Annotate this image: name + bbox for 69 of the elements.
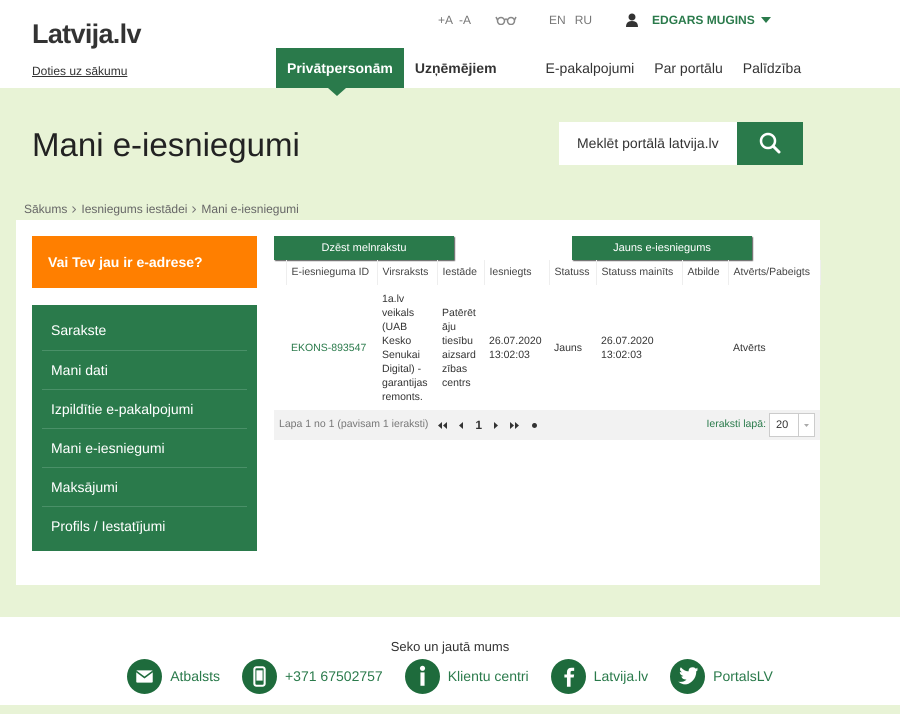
per-page-select[interactable]: 20: [769, 413, 815, 437]
search-icon: [759, 132, 781, 154]
footer-link[interactable]: Latvija.lv: [550, 658, 648, 694]
breadcrumb-link[interactable]: Sākums: [24, 200, 68, 218]
table-cell: 1a.lv veikals (UAB Kesko Senukai Digital) - garantijas remonts.: [382, 292, 428, 402]
first-page-icon[interactable]: [438, 422, 448, 428]
bird-icon: [670, 658, 706, 694]
mail-icon: [127, 658, 162, 694]
breadcrumb-link[interactable]: Iesniegums iestādei: [81, 200, 188, 218]
column-header[interactable]: Atbilde: [682, 260, 728, 285]
action-button[interactable]: Jauns e-iesniegums: [572, 236, 752, 260]
nav-link[interactable]: Par portālu: [654, 58, 723, 78]
nav-link[interactable]: Palīdzība: [742, 58, 802, 78]
sidebar-item[interactable]: Mani e-iesniegumi: [42, 428, 247, 467]
table-cell: 26.07.2020 13:02:03: [489, 334, 542, 360]
table-cell: Jauns: [554, 342, 582, 354]
site-logo[interactable]: Latvija.lv: [32, 18, 270, 50]
column-header[interactable]: Iesniegts: [484, 260, 549, 285]
chevron-icon: [72, 206, 76, 212]
sidebar-item[interactable]: Sarakste: [42, 311, 247, 350]
submission-link[interactable]: EKONS-893547: [291, 342, 366, 354]
caret-icon: [760, 16, 771, 24]
table-cell: Atvērts: [733, 342, 766, 354]
current-page[interactable]: 1: [475, 416, 482, 434]
column-header[interactable]: Statuss: [549, 260, 596, 285]
column-header[interactable]: Statuss mainīts: [596, 260, 682, 285]
nav-link[interactable]: E-pakalpojumi: [546, 58, 634, 78]
page-title: Mani e-iesniegumi: [32, 125, 301, 166]
sidebar-item[interactable]: Maksājumi: [42, 467, 247, 506]
nav-tab[interactable]: Uzņēmējiem: [404, 48, 508, 88]
footer-link[interactable]: Klientu centri: [404, 658, 529, 694]
nav-tab[interactable]: Privātpersonām: [276, 48, 404, 88]
column-header[interactable]: E-iesnieguma ID: [286, 260, 377, 285]
info-icon: [404, 658, 440, 694]
font-size-control[interactable]: +A: [438, 11, 454, 29]
per-page-label: Ieraksti lapā:: [706, 417, 766, 432]
pager-summary: Lapa 1 no 1 (pavisam 1 ieraksti): [279, 417, 428, 432]
column-header[interactable]: Iestāde: [437, 260, 484, 285]
caret-icon: [804, 424, 809, 426]
dot-icon[interactable]: [532, 422, 538, 428]
sidebar-item[interactable]: Izpildītie e-pakalpojumi: [42, 389, 247, 428]
user-icon: [626, 13, 638, 27]
next-page-icon[interactable]: [494, 422, 498, 428]
last-page-icon[interactable]: [510, 422, 520, 428]
search-button[interactable]: [737, 122, 803, 164]
sidebar-item[interactable]: Profils / Iestatījumi: [42, 506, 247, 545]
tab-pointer: [328, 88, 346, 96]
footer-title: Seko un jautā mums: [390, 638, 510, 656]
phone-icon: [242, 658, 277, 694]
font-size-control[interactable]: -A: [459, 11, 472, 29]
action-button[interactable]: Dzēst melnrakstu: [274, 236, 454, 260]
previous-page-icon[interactable]: [459, 422, 464, 428]
chevron-icon: [192, 206, 196, 212]
column-header[interactable]: Virsraksts: [377, 260, 437, 285]
table-cell: Patērētāju tiesību aizsardzības centrs: [442, 306, 476, 388]
search-field[interactable]: Meklēt portālā latvija.lv: [559, 122, 737, 164]
glasses-icon[interactable]: [495, 15, 518, 25]
table-cell: 26.07.2020 13:02:03: [601, 334, 654, 360]
breadcrumb-link[interactable]: Mani e-iesniegumi: [201, 200, 299, 218]
sidebar-item[interactable]: Mani dati: [42, 350, 247, 389]
footer-link[interactable]: Atbalsts: [127, 658, 220, 694]
footer-link[interactable]: +371 67502757: [242, 658, 383, 694]
user-menu[interactable]: EDGARS MUGINS: [652, 11, 771, 29]
language-link[interactable]: RU: [574, 11, 592, 29]
facebook-icon: [550, 658, 586, 694]
home-link[interactable]: Doties uz sākumu: [32, 62, 128, 80]
footer-link[interactable]: PortalsLV: [670, 658, 773, 694]
column-header[interactable]: Atvērts/Pabeigts: [728, 260, 820, 285]
language-link[interactable]: EN: [549, 11, 566, 29]
